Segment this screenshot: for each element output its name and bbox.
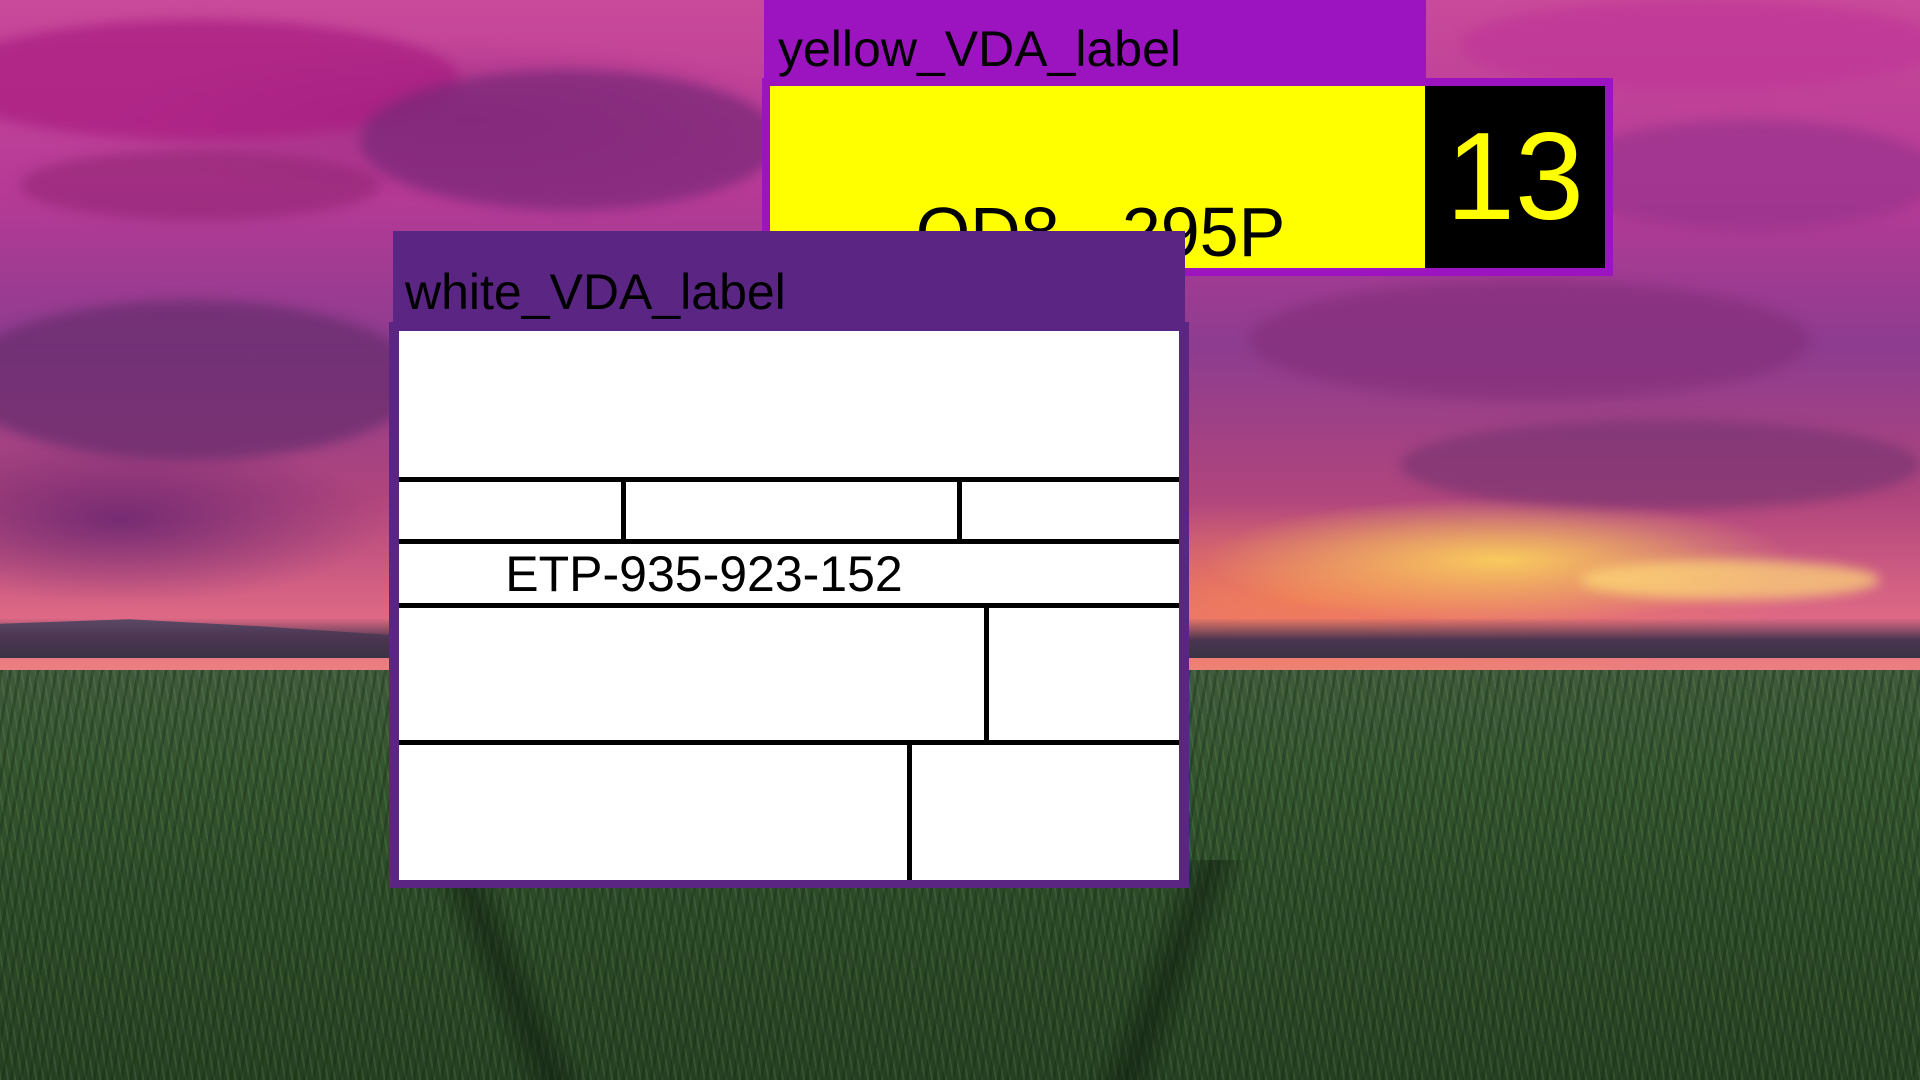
white-label-window-title: white_VDA_label [405, 264, 786, 320]
white-label-window-titlebar[interactable]: white_VDA_label [393, 231, 1185, 331]
label-divider [957, 477, 962, 539]
yellow-label-number: 13 [1425, 86, 1605, 268]
label-divider [399, 539, 1179, 544]
white-label-code: ETP-935-923-152 [505, 546, 903, 602]
label-divider [399, 603, 1179, 608]
white-label-window: ETP-935-923-152 [389, 322, 1189, 888]
label-divider [907, 740, 912, 880]
label-divider [399, 740, 1179, 745]
label-divider [621, 477, 626, 539]
white-vda-label: ETP-935-923-152 [399, 331, 1179, 880]
label-divider [984, 603, 989, 740]
yellow-label-window-title: yellow_VDA_label [778, 21, 1182, 77]
yellow-label-window-titlebar[interactable]: yellow_VDA_label [764, 0, 1426, 82]
label-divider [399, 477, 1179, 482]
